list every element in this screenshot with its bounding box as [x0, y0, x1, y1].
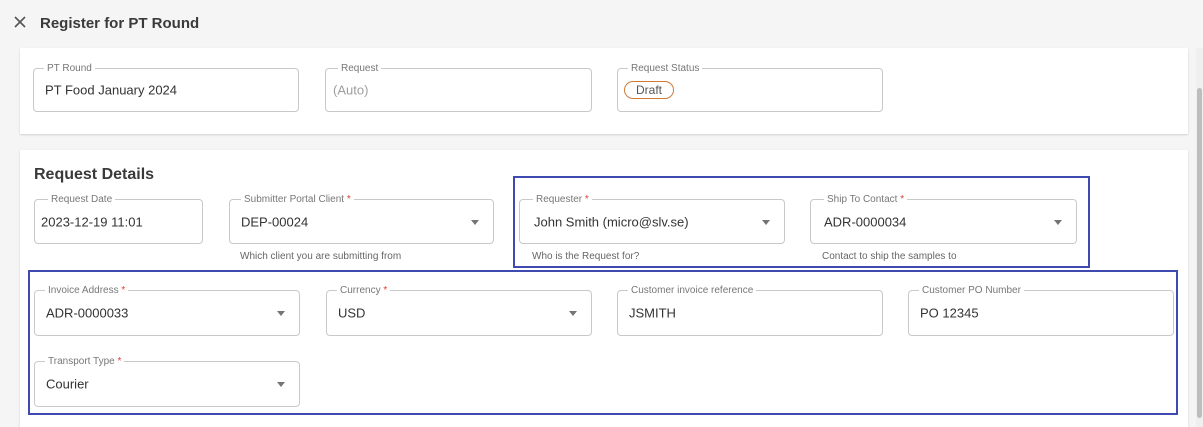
request-status-label: Request Status — [628, 63, 703, 75]
request-label: Request — [338, 63, 382, 75]
submitter-portal-client-select[interactable]: Submitter Portal Client * DEP-00024 — [229, 194, 494, 244]
status-badge: Draft — [624, 81, 675, 99]
page-title: Register for PT Round — [40, 15, 200, 32]
highlight-box-invoice — [28, 270, 1178, 415]
request-date-value: 2023-12-19 11:01 — [41, 214, 143, 229]
request-date-label: Request Date — [48, 194, 116, 206]
request-status-field: Request Status Draft — [617, 63, 883, 112]
section-title: Request Details — [34, 166, 155, 183]
dialog-header: Register for PT Round — [0, 0, 1203, 48]
submitter-helper: Which client you are submitting from — [240, 251, 402, 262]
request-placeholder: (Auto) — [333, 82, 369, 98]
scrollbar-thumb[interactable] — [1197, 88, 1202, 418]
pt-round-label: PT Round — [44, 63, 95, 75]
request-field[interactable]: Request (Auto) — [325, 63, 592, 112]
close-icon[interactable] — [13, 15, 27, 29]
highlight-box-requester — [513, 176, 1090, 268]
submitter-label: Submitter Portal Client * — [241, 194, 354, 206]
request-date-field[interactable]: Request Date 2023-12-19 11:01 — [34, 194, 203, 244]
chevron-down-icon[interactable] — [471, 219, 479, 225]
pt-round-field[interactable]: PT Round PT Food January 2024 — [33, 63, 299, 112]
pt-round-value: PT Food January 2024 — [45, 82, 178, 98]
submitter-value: DEP-00024 — [241, 214, 309, 229]
scrollbar[interactable] — [1196, 48, 1203, 427]
